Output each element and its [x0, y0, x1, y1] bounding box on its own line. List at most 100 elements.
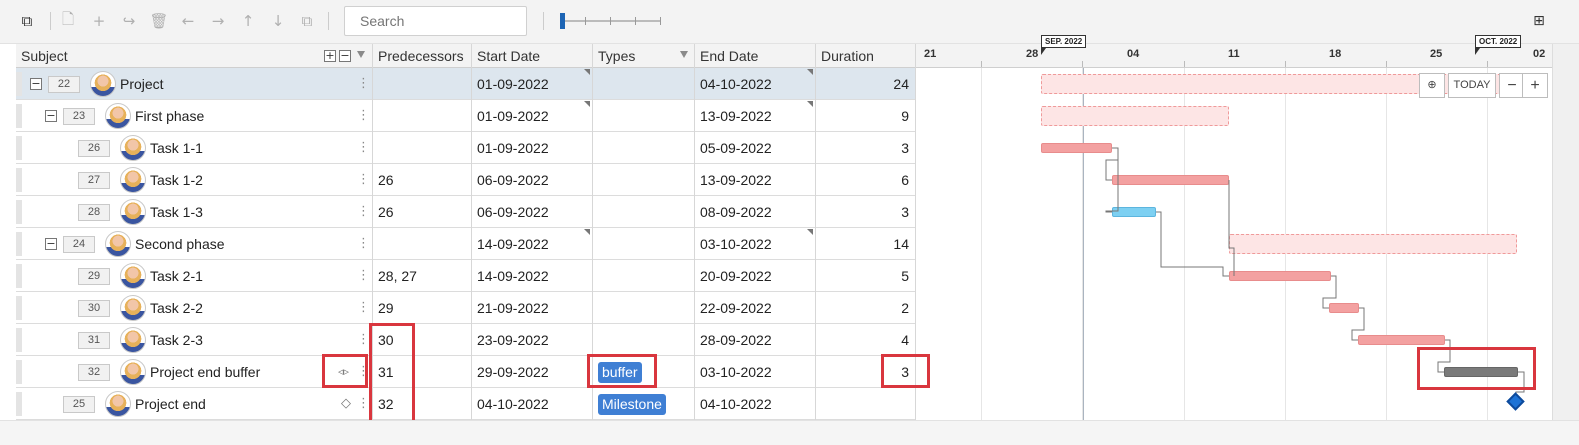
column-header-end-date[interactable]: End Date — [695, 44, 816, 68]
types-cell[interactable] — [593, 228, 695, 260]
task-name[interactable]: Task 2-1 — [150, 260, 203, 292]
indent-icon[interactable]: ↪ — [119, 11, 139, 31]
duration-cell[interactable]: 4 — [816, 324, 916, 356]
move-up-icon[interactable]: ↑ — [238, 11, 258, 31]
column-header-predecessors[interactable]: Predecessors — [373, 44, 472, 68]
end-date-cell[interactable]: 04-10-2022 — [695, 68, 816, 100]
table-row[interactable]: 25 Project end ◇ ⋮ 32 04-10-2022 Milesto… — [16, 388, 916, 420]
predecessors-cell[interactable]: 28, 27 — [373, 260, 472, 292]
new-file-icon[interactable]: 🗋 — [58, 10, 78, 31]
column-header-start-date[interactable]: Start Date — [472, 44, 593, 68]
table-row[interactable]: − 22 Project ⋮ 01-09-2022 04-10-2022 24 — [16, 68, 916, 100]
subject-cell[interactable]: 28 Task 1-3 ⋮ — [16, 196, 373, 228]
duration-cell[interactable]: 14 — [816, 228, 916, 260]
duration-cell[interactable]: 3 — [816, 196, 916, 228]
duration-cell[interactable]: 9 — [816, 100, 916, 132]
end-date-cell[interactable]: 04-10-2022 — [695, 388, 816, 420]
start-date-cell[interactable]: 21-09-2022 — [472, 292, 593, 324]
row-handle[interactable] — [16, 232, 22, 256]
table-row[interactable]: 29 Task 2-1 ⋮ 28, 27 14-09-2022 20-09-20… — [16, 260, 916, 292]
row-handle[interactable] — [16, 328, 22, 352]
collapse-icon[interactable]: − — [45, 238, 57, 250]
more-icon[interactable]: ⋮ — [357, 68, 370, 100]
subject-cell[interactable]: 29 Task 2-1 ⋮ — [16, 260, 373, 292]
start-date-cell[interactable]: 29-09-2022 — [472, 356, 593, 388]
types-cell[interactable] — [593, 260, 695, 292]
end-date-cell[interactable]: 13-09-2022 — [695, 100, 816, 132]
subject-cell[interactable]: 30 Task 2-2 ⋮ — [16, 292, 373, 324]
types-cell[interactable] — [593, 292, 695, 324]
table-row[interactable]: 32 Project end buffer ◃▹ ⋮ 31 29-09-2022… — [16, 356, 916, 388]
start-date-cell[interactable]: 06-09-2022 — [472, 164, 593, 196]
start-date-cell[interactable]: 04-10-2022 — [472, 388, 593, 420]
zoom-in-button[interactable]: + — [1522, 73, 1548, 98]
task-name[interactable]: Project — [120, 68, 164, 100]
more-icon[interactable]: ⋮ — [357, 292, 370, 324]
types-cell[interactable] — [593, 324, 695, 356]
collapse-icon[interactable]: − — [45, 110, 57, 122]
table-row[interactable]: − 23 First phase ⋮ 01-09-2022 13-09-2022… — [16, 100, 916, 132]
end-date-cell[interactable]: 08-09-2022 — [695, 196, 816, 228]
table-row[interactable]: 26 Task 1-1 ⋮ 01-09-2022 05-09-2022 3 — [16, 132, 916, 164]
copy-icon[interactable]: ⧉ — [297, 11, 317, 31]
row-handle[interactable] — [16, 392, 22, 416]
table-row[interactable]: 31 Task 2-3 ⋮ 30 23-09-2022 28-09-2022 4 — [16, 324, 916, 356]
more-icon[interactable]: ⋮ — [357, 100, 370, 132]
task-name[interactable]: Project end — [135, 388, 206, 420]
more-icon[interactable]: ⋮ — [357, 228, 370, 260]
types-cell[interactable]: Milestone — [593, 388, 695, 420]
duration-cell[interactable]: 24 — [816, 68, 916, 100]
more-icon[interactable]: ⋮ — [357, 260, 370, 292]
redo-icon[interactable]: → — [208, 11, 228, 31]
predecessors-cell[interactable] — [373, 100, 472, 132]
expand-all-icon[interactable]: + — [324, 50, 336, 62]
types-cell[interactable] — [593, 132, 695, 164]
task-name[interactable]: Task 2-2 — [150, 292, 203, 324]
table-row[interactable]: 30 Task 2-2 ⋮ 29 21-09-2022 22-09-2022 2 — [16, 292, 916, 324]
row-handle[interactable] — [16, 360, 22, 384]
layout-icon[interactable]: ⧉ — [17, 11, 37, 31]
types-cell[interactable] — [593, 164, 695, 196]
task-name[interactable]: Task 1-3 — [150, 196, 203, 228]
vertical-scrollbar[interactable] — [1552, 44, 1579, 420]
more-icon[interactable]: ⋮ — [357, 164, 370, 196]
start-date-cell[interactable]: 14-09-2022 — [472, 228, 593, 260]
start-date-cell[interactable]: 23-09-2022 — [472, 324, 593, 356]
duration-cell[interactable]: 2 — [816, 292, 916, 324]
end-date-cell[interactable]: 28-09-2022 — [695, 324, 816, 356]
task-name[interactable]: Task 1-2 — [150, 164, 203, 196]
end-date-cell[interactable]: 03-10-2022 — [695, 356, 816, 388]
subject-cell[interactable]: 25 Project end ◇ ⋮ — [16, 388, 373, 420]
start-date-cell[interactable]: 14-09-2022 — [472, 260, 593, 292]
end-date-cell[interactable]: 22-09-2022 — [695, 292, 816, 324]
table-row[interactable]: − 24 Second phase ⋮ 14-09-2022 03-10-202… — [16, 228, 916, 260]
today-button[interactable]: TODAY — [1448, 73, 1496, 98]
subject-cell[interactable]: − 22 Project ⋮ — [16, 68, 373, 100]
zoom-slider[interactable] — [560, 13, 661, 29]
task-name[interactable]: Task 1-1 — [150, 132, 203, 164]
subject-cell[interactable]: 26 Task 1-1 ⋮ — [16, 132, 373, 164]
locate-icon[interactable]: ⊕ — [1419, 73, 1445, 98]
row-handle[interactable] — [16, 168, 22, 192]
task-name[interactable]: First phase — [135, 100, 204, 132]
duration-cell[interactable]: 3 — [816, 132, 916, 164]
row-handle[interactable] — [16, 136, 22, 160]
predecessors-cell[interactable]: 26 — [373, 196, 472, 228]
column-header-types[interactable]: Types — [593, 44, 695, 68]
end-date-cell[interactable]: 20-09-2022 — [695, 260, 816, 292]
search-input[interactable] — [344, 6, 527, 36]
task-name[interactable]: Project end buffer — [150, 356, 260, 388]
row-handle[interactable] — [16, 72, 22, 96]
more-icon[interactable]: ⋮ — [357, 132, 370, 164]
slider-thumb[interactable] — [560, 13, 565, 29]
duration-cell[interactable]: 5 — [816, 260, 916, 292]
row-handle[interactable] — [16, 104, 22, 128]
predecessors-cell[interactable]: 26 — [373, 164, 472, 196]
undo-icon[interactable]: ← — [178, 11, 198, 31]
row-handle[interactable] — [16, 296, 22, 320]
filter-icon[interactable] — [680, 51, 688, 58]
end-date-cell[interactable]: 13-09-2022 — [695, 164, 816, 196]
column-header-duration[interactable]: Duration — [816, 44, 916, 68]
types-cell[interactable] — [593, 100, 695, 132]
table-row[interactable]: 28 Task 1-3 ⋮ 26 06-09-2022 08-09-2022 3 — [16, 196, 916, 228]
